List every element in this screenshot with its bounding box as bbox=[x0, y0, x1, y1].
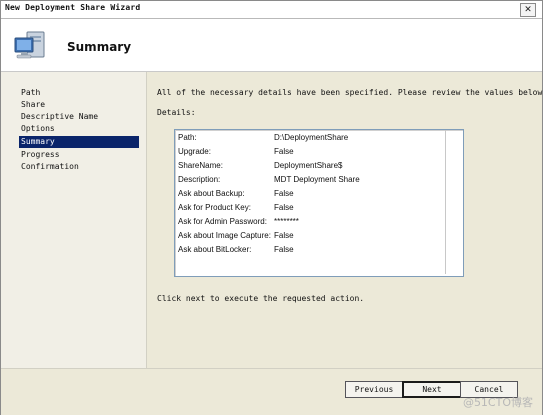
wizard-step-list: Path Share Descriptive Name Options Summ… bbox=[1, 72, 147, 368]
nav-item-confirmation[interactable]: Confirmation bbox=[19, 161, 139, 173]
detail-key: Ask about BitLocker: bbox=[178, 245, 252, 254]
watermark: @51CTO博客 bbox=[462, 396, 533, 409]
detail-value: False bbox=[274, 231, 294, 240]
detail-row: Ask about Backup: False bbox=[178, 187, 440, 200]
details-list: Path: D:\DeploymentShare Upgrade: False … bbox=[175, 130, 446, 274]
wizard-header: Summary bbox=[1, 19, 542, 72]
detail-key: Path: bbox=[178, 133, 197, 142]
detail-row: Path: D:\DeploymentShare bbox=[178, 131, 440, 144]
detail-key: Ask about Image Capture: bbox=[178, 231, 271, 240]
detail-value: DeploymentShare$ bbox=[274, 161, 343, 170]
detail-key: Ask for Admin Password: bbox=[178, 217, 267, 226]
detail-value: False bbox=[274, 147, 294, 156]
nav-item-path[interactable]: Path bbox=[19, 87, 139, 99]
detail-row: ShareName: DeploymentShare$ bbox=[178, 159, 440, 172]
instruction-text: Click next to execute the requested acti… bbox=[157, 294, 365, 303]
detail-value: False bbox=[274, 189, 294, 198]
window-title: New Deployment Share Wizard bbox=[5, 3, 141, 12]
detail-key: Ask about Backup: bbox=[178, 189, 245, 198]
nav-item-progress[interactable]: Progress bbox=[19, 149, 139, 161]
close-button[interactable]: ✕ bbox=[520, 3, 536, 17]
detail-value: MDT Deployment Share bbox=[274, 175, 360, 184]
detail-row: Ask about BitLocker: False bbox=[178, 243, 440, 256]
detail-row: Ask about Image Capture: False bbox=[178, 229, 440, 242]
nav-item-share[interactable]: Share bbox=[19, 99, 139, 111]
detail-key: ShareName: bbox=[178, 161, 223, 170]
wizard-window: New Deployment Share Wizard ✕ Summary Pa… bbox=[0, 0, 543, 415]
detail-row: Ask for Admin Password: ******** bbox=[178, 215, 440, 228]
nav-item-descriptive-name[interactable]: Descriptive Name bbox=[19, 111, 139, 123]
details-textbox[interactable]: Path: D:\DeploymentShare Upgrade: False … bbox=[174, 129, 464, 277]
title-bar: New Deployment Share Wizard ✕ bbox=[1, 1, 542, 19]
detail-value: False bbox=[274, 245, 294, 254]
intro-text: All of the necessary details have been s… bbox=[157, 88, 543, 97]
detail-row: Ask for Product Key: False bbox=[178, 201, 440, 214]
nav-item-options[interactable]: Options bbox=[19, 123, 139, 135]
summary-panel: All of the necessary details have been s… bbox=[147, 72, 543, 368]
detail-value: False bbox=[274, 203, 294, 212]
button-bar: Previous Next Cancel bbox=[1, 368, 542, 415]
detail-value: D:\DeploymentShare bbox=[274, 133, 349, 142]
detail-key: Upgrade: bbox=[178, 147, 211, 156]
previous-button[interactable]: Previous bbox=[345, 381, 403, 398]
detail-key: Description: bbox=[178, 175, 221, 184]
computer-icon bbox=[14, 31, 45, 59]
detail-row: Upgrade: False bbox=[178, 145, 440, 158]
page-title: Summary bbox=[67, 40, 132, 54]
details-label: Details: bbox=[157, 108, 196, 117]
detail-row: Description: MDT Deployment Share bbox=[178, 173, 440, 186]
next-button[interactable]: Next bbox=[402, 381, 462, 398]
detail-value: ******** bbox=[274, 217, 299, 226]
detail-key: Ask for Product Key: bbox=[178, 203, 251, 212]
nav-item-summary[interactable]: Summary bbox=[19, 136, 139, 148]
